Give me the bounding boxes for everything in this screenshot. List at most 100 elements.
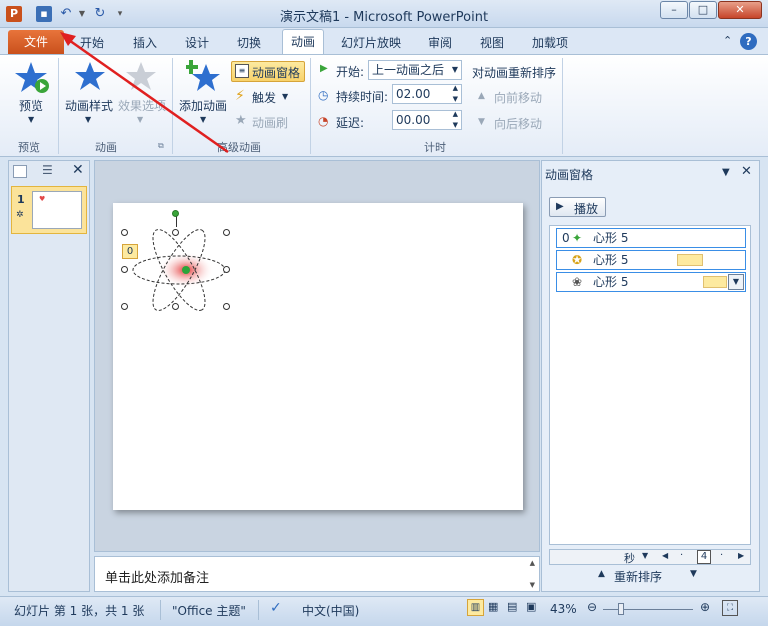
- item-dropdown-icon[interactable]: ▼: [728, 274, 744, 290]
- notes-scroll-down-icon[interactable]: ▼: [530, 581, 535, 589]
- separator: [310, 58, 311, 154]
- reorder-up-icon[interactable]: ▲: [598, 569, 605, 579]
- notes-scroll-up-icon[interactable]: ▲: [530, 559, 535, 567]
- start-play-icon: ▶: [320, 63, 328, 74]
- tab-animations[interactable]: 动画: [282, 29, 324, 55]
- delay-clock-icon: ◔: [318, 114, 329, 128]
- language-status[interactable]: 中文(中国): [302, 602, 359, 619]
- tab-addins[interactable]: 加载项: [532, 34, 568, 51]
- zoom-level[interactable]: 43%: [550, 602, 577, 616]
- thumbnail-heart-icon: ♥: [39, 195, 46, 203]
- separator: [160, 600, 161, 620]
- reading-view-icon[interactable]: ▤: [507, 600, 517, 613]
- separator: [258, 600, 259, 620]
- timeline-scroll-left-icon[interactable]: ◀: [662, 551, 668, 560]
- animation-item-name: 心形 5: [593, 275, 629, 289]
- timeline-page: 4: [697, 550, 711, 564]
- slide-thumbnail[interactable]: ♥: [32, 191, 82, 229]
- timeline-unit-dropdown-icon[interactable]: ▼: [642, 551, 648, 560]
- notes-pane[interactable]: 单击此处添加备注 ▲ ▼: [94, 556, 540, 592]
- resize-handle[interactable]: [121, 229, 128, 236]
- start-select-chevron-icon: ▼: [451, 65, 458, 74]
- group-label-preview: 预览: [18, 141, 40, 154]
- slide-number: 1: [17, 193, 25, 206]
- duration-spin-arrows-icon[interactable]: ▲ ▼: [453, 83, 458, 105]
- reorder-title: 对动画重新排序: [472, 66, 557, 80]
- timeline-bar[interactable]: [677, 254, 703, 266]
- animation-order-tag[interactable]: 0: [122, 244, 138, 259]
- trigger-dropdown-icon[interactable]: ▼: [282, 92, 288, 101]
- animation-item-index: 0: [562, 231, 570, 245]
- close-pane-icon[interactable]: ✕: [741, 164, 752, 179]
- entrance-effect-icon: ✦: [572, 231, 583, 245]
- timeline-bar[interactable]: [703, 276, 727, 288]
- tab-review[interactable]: 审阅: [428, 34, 452, 51]
- start-select[interactable]: 上一动画之后 ▼: [368, 60, 462, 80]
- slides-tab-icon[interactable]: [13, 165, 27, 178]
- zoom-slider-track[interactable]: [603, 609, 693, 610]
- delay-spinner[interactable]: 00.00 ▲ ▼: [392, 110, 462, 130]
- close-panel-icon[interactable]: ✕: [72, 162, 84, 178]
- animation-list-item[interactable]: ✪ 心形 5: [556, 250, 746, 270]
- animation-list-item-selected[interactable]: ❀ 心形 5 ▼: [556, 272, 746, 292]
- tab-slideshow[interactable]: 幻灯片放映: [341, 34, 401, 51]
- outline-tab-icon[interactable]: ☰: [42, 163, 53, 177]
- minimize-button[interactable]: –: [660, 1, 688, 19]
- move-later-button[interactable]: 向后移动: [494, 115, 542, 132]
- delay-spin-arrows-icon[interactable]: ▲ ▼: [453, 109, 458, 131]
- resize-handle[interactable]: [223, 229, 230, 236]
- duration-spinner[interactable]: 02.00 ▲ ▼: [392, 84, 462, 104]
- zoom-slider-thumb[interactable]: [618, 603, 624, 615]
- notes-placeholder: 单击此处添加备注: [105, 571, 210, 586]
- slideshow-view-icon[interactable]: ▣: [526, 600, 536, 613]
- resize-handle[interactable]: [121, 266, 128, 273]
- resize-handle[interactable]: [172, 303, 179, 310]
- timeline-scroll-right-icon[interactable]: ▶: [738, 551, 744, 560]
- animation-pane-button[interactable]: 动画窗格: [252, 64, 300, 81]
- animation-painter-button[interactable]: 动画刷: [252, 114, 288, 131]
- maximize-button[interactable]: □: [689, 1, 717, 19]
- resize-handle[interactable]: [121, 303, 128, 310]
- timeline-ruler: 秒 ▼ ◀ · 4 · ▶: [549, 549, 751, 565]
- animation-item-name: 心形 5: [593, 231, 629, 245]
- duration-clock-icon: ◷: [318, 88, 329, 102]
- tab-transitions[interactable]: 切换: [237, 34, 261, 51]
- animation-item-name: 心形 5: [593, 253, 629, 267]
- delay-value: 00.00: [396, 113, 431, 127]
- minimize-ribbon-icon[interactable]: ⌃: [723, 34, 732, 47]
- annotation-arrow: [60, 32, 229, 154]
- trigger-button[interactable]: 触发: [252, 89, 276, 106]
- move-earlier-button[interactable]: 向前移动: [494, 89, 542, 106]
- tab-view[interactable]: 视图: [480, 34, 504, 51]
- reorder-down-icon[interactable]: ▼: [690, 569, 697, 579]
- duration-label: 持续时间:: [336, 90, 389, 104]
- theme-status: "Office 主题": [172, 604, 246, 618]
- move-earlier-icon: ▲: [478, 91, 485, 101]
- zoom-in-icon[interactable]: ⊕: [700, 600, 710, 614]
- animation-list-item[interactable]: 0 ✦ 心形 5: [556, 228, 746, 248]
- reorder-label: 重新排序: [614, 570, 663, 584]
- timeline-tick: ·: [680, 550, 684, 561]
- pane-options-icon[interactable]: ▼: [722, 167, 730, 178]
- atom-shape[interactable]: [124, 226, 234, 312]
- play-label: 播放: [574, 202, 599, 216]
- fit-to-window-icon[interactable]: ⛶: [722, 600, 738, 616]
- slide-sorter-view-icon[interactable]: ▦: [488, 600, 498, 613]
- resize-handle[interactable]: [172, 229, 179, 236]
- play-icon: ▶: [556, 201, 564, 212]
- close-button[interactable]: ✕: [718, 1, 762, 19]
- resize-handle[interactable]: [223, 266, 230, 273]
- help-icon[interactable]: ?: [740, 33, 757, 50]
- zoom-out-icon[interactable]: ⊖: [587, 600, 597, 614]
- slide-animation-indicator-icon: ✲: [16, 210, 24, 220]
- spell-check-icon[interactable]: ✓: [270, 600, 282, 616]
- slide-count-status: 幻灯片 第 1 张，共 1 张: [14, 604, 145, 618]
- preview-dropdown-icon[interactable]: ▼: [28, 115, 34, 124]
- move-later-icon: ▼: [478, 117, 485, 127]
- normal-view-icon[interactable]: ▥: [467, 599, 484, 616]
- resize-handle[interactable]: [223, 303, 230, 310]
- rotation-handle[interactable]: [172, 210, 179, 217]
- emphasis-effect-icon: ✪: [572, 253, 583, 267]
- timeline-tick: ·: [720, 550, 724, 561]
- play-button[interactable]: ▶ 播放: [549, 197, 606, 217]
